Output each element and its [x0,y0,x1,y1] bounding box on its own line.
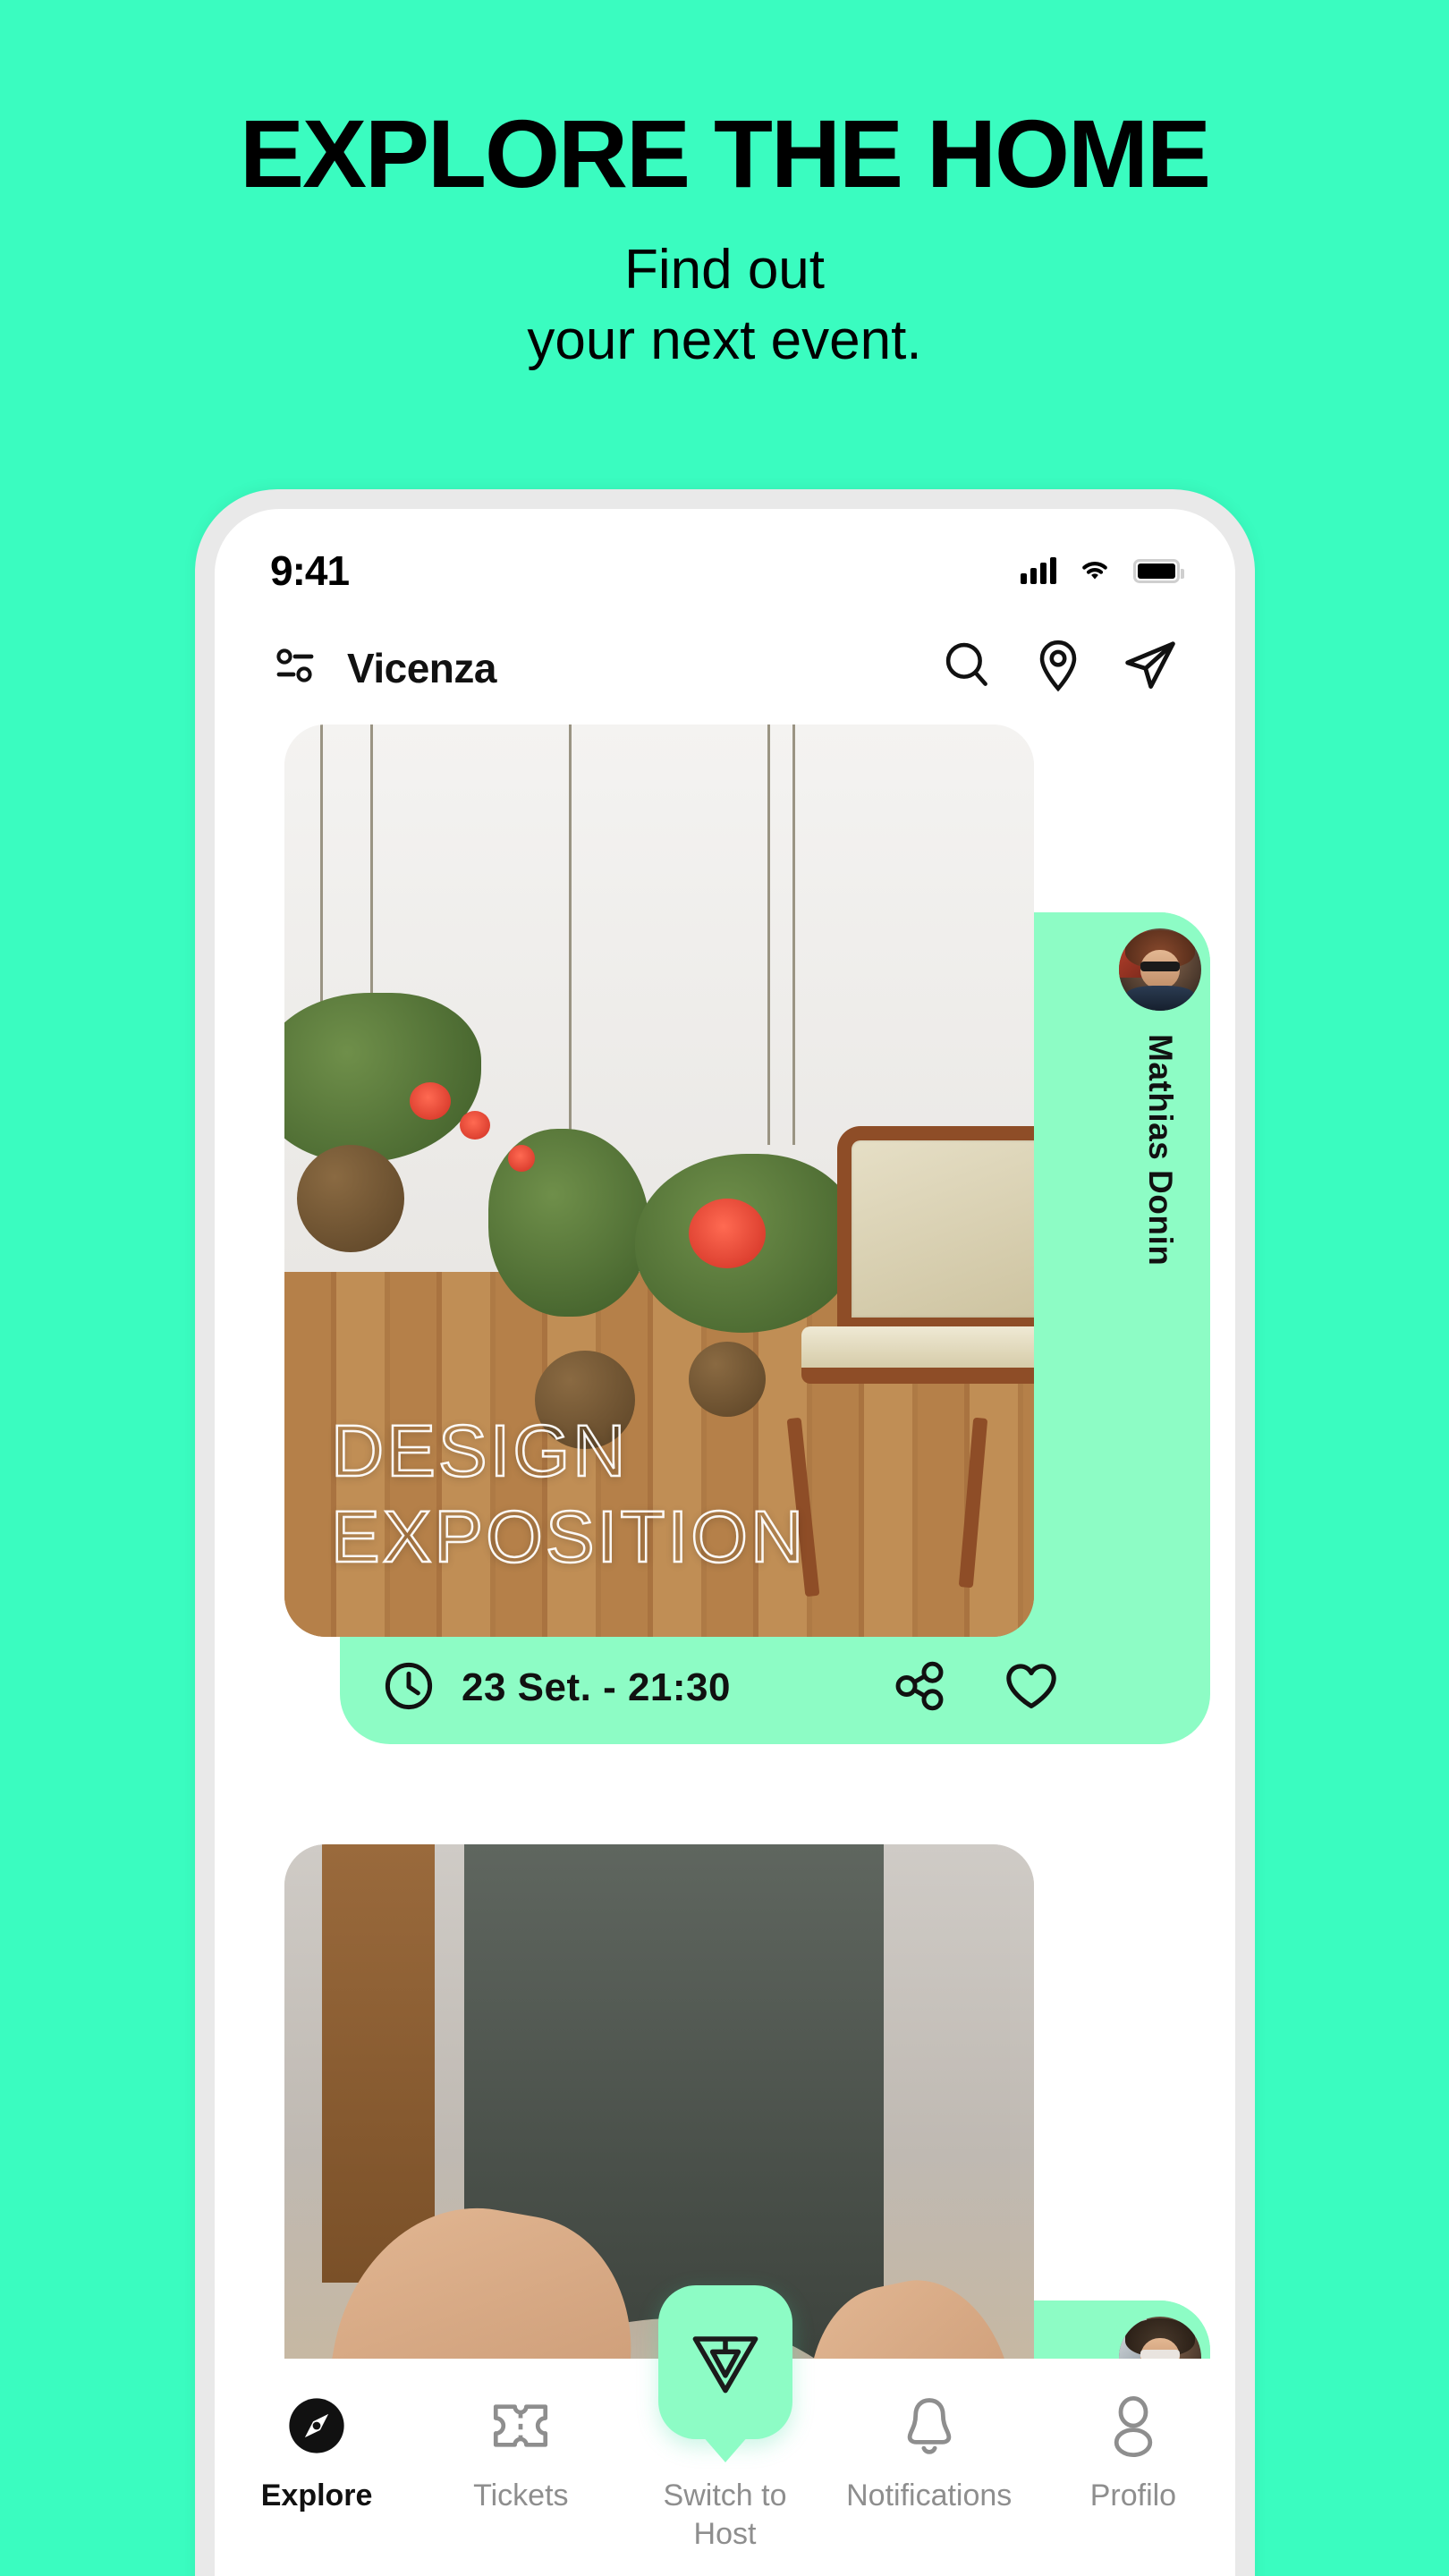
avatar [1119,928,1201,1011]
kokedama-moss-ball [297,1145,404,1252]
nav-item-tickets[interactable]: Tickets [419,2391,623,2515]
ticket-icon [487,2391,554,2461]
event-datetime: 23 Set. - 21:30 [462,1665,731,1709]
nav-label: Explore [260,2479,373,2512]
avatar-body [1125,986,1195,1011]
promo-subtitle-line-2: your next event. [527,309,922,372]
wifi-icon [1076,555,1114,588]
battery-full-icon [1133,558,1184,583]
red-flower [410,1082,451,1120]
person-icon [1106,2391,1161,2461]
phone-screen: 9:41 Vicenza Mathias Donin DESIGN EXPOSI… [215,509,1235,2576]
kokedama-moss-ball [689,1342,766,1417]
nav-label: Profilo [1089,2479,1177,2512]
nav-label: Notifications [846,2479,1013,2512]
compass-icon [285,2391,348,2461]
clock-icon [383,1660,435,1716]
city-label: Vicenza [347,644,496,691]
host-name: Mathias Donin [1142,1034,1179,1267]
nav-label: Switch to Host [663,2479,787,2551]
app-header-actions [940,638,1180,698]
nav-label: Tickets [473,2479,569,2512]
nav-item-explore[interactable]: Explore [215,2391,419,2515]
page-title: EXPLORE THE HOME [239,99,1211,208]
status-icons [1021,555,1184,588]
image-wood-panel [321,1844,435,2283]
event-image[interactable]: DESIGN EXPOSITION [284,724,1034,1637]
filter-sliders-icon[interactable] [270,640,320,695]
cellular-signal-icon [1021,557,1056,584]
red-flower [508,1145,535,1172]
phone-mockup: 9:41 Vicenza Mathias Donin DESIGN EXPOSI… [195,489,1255,2576]
status-bar: 9:41 [215,509,1235,607]
send-paper-plane-icon[interactable] [1121,638,1180,698]
plant-cord [792,724,795,1145]
share-icon[interactable] [892,1659,947,1717]
search-icon[interactable] [940,638,996,698]
triangle-logo-icon [682,2318,768,2408]
armchair-seat [801,1326,1034,1385]
nav-item-profilo[interactable]: Profilo [1031,2391,1235,2515]
event-card[interactable]: Mathias Donin DESIGN EXPOSITION 23 Set. … [215,724,1235,1789]
plant-cord [767,724,770,1145]
nav-item-notifications[interactable]: Notifications [827,2391,1031,2515]
bottom-navigation: Explore Tickets Switch to Host Notificat… [215,2285,1235,2576]
location-pin-icon[interactable] [1031,638,1085,698]
switch-to-host-badge[interactable] [657,2285,792,2439]
app-header: Vicenza [215,607,1235,724]
status-time: 9:41 [270,547,350,594]
host-tab[interactable]: Mathias Donin [1110,912,1210,1628]
red-flower [460,1111,490,1140]
coral-bromeliad-flower [689,1199,766,1268]
event-title-line-2: EXPOSITION [330,1496,807,1579]
promo-subtitle: Find out your next event. [0,234,1449,377]
app-header-left: Vicenza [270,640,496,695]
event-title: DESIGN EXPOSITION [330,1409,807,1582]
bell-icon [902,2391,957,2461]
heart-icon[interactable] [1003,1659,1060,1717]
avatar-sunglasses [1140,961,1181,971]
nav-item-switch-to-host[interactable]: Switch to Host [623,2285,826,2553]
card-datetime-group: 23 Set. - 21:30 [383,1660,731,1716]
card-actions [892,1659,1060,1717]
promo-subtitle-line-1: Find out [623,239,826,301]
armchair-back [837,1125,1034,1332]
promo-header: EXPLORE THE HOME Find out your next even… [0,0,1449,377]
event-feed[interactable]: Mathias Donin DESIGN EXPOSITION 23 Set. … [215,724,1235,2415]
event-title-line-1: DESIGN [330,1409,629,1492]
card-footer: 23 Set. - 21:30 [340,1626,1110,1750]
